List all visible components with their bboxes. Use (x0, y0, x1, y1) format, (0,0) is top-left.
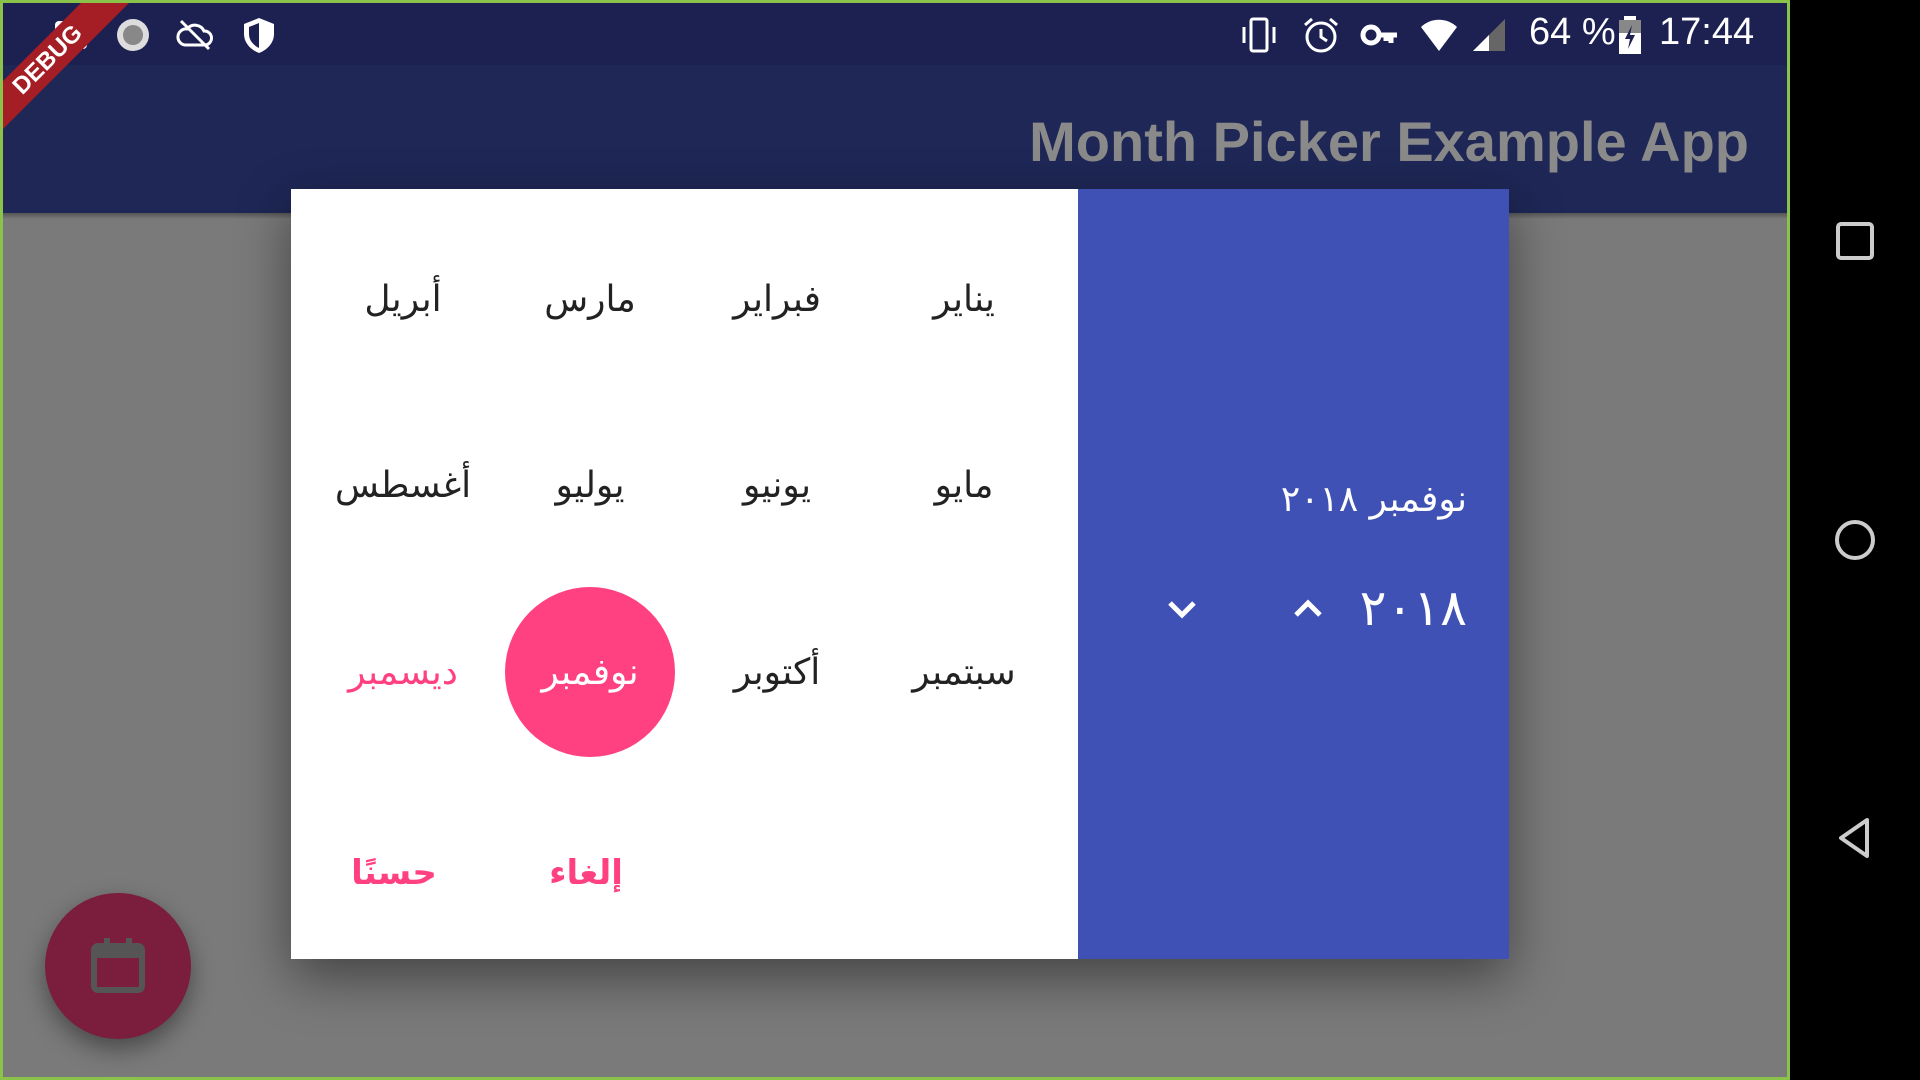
month-grid-panel: يناير فبراير مارس أبريل مايو يونيو يوليو أغسطس س… (291, 189, 1078, 959)
navigation-bar (1790, 0, 1920, 1080)
sync-icon (117, 19, 149, 51)
device-screen: 64 % 17:44 Month Picker Example App DEBU… (0, 0, 1790, 1080)
home-icon[interactable] (1825, 510, 1885, 570)
chevron-down-icon[interactable] (1152, 579, 1212, 639)
month-4-button[interactable]: أبريل (318, 214, 488, 384)
open-picker-fab[interactable] (45, 893, 191, 1039)
selected-month-year: نوفمبر ٢٠١٨ (1280, 479, 1467, 520)
battery-percent: 64 % (1529, 11, 1616, 53)
battery-icon (1619, 16, 1641, 54)
recents-icon[interactable] (1825, 211, 1885, 271)
app-title: Month Picker Example App (1029, 110, 1749, 173)
wifi-icon (1421, 19, 1457, 51)
month-1-button[interactable]: يناير (879, 214, 1049, 384)
calendar-icon (91, 938, 145, 993)
month-7-button[interactable]: يوليو (505, 400, 675, 570)
clock: 17:44 (1659, 11, 1755, 53)
month-3-button[interactable]: مارس (505, 214, 675, 384)
month-12-button[interactable]: ديسمبر (318, 587, 488, 757)
chevron-up-icon[interactable] (1278, 579, 1338, 639)
month-2-button[interactable]: فبراير (692, 214, 862, 384)
month-8-button[interactable]: أغسطس (318, 400, 488, 570)
selected-year: ٢٠١٨ (1359, 579, 1467, 637)
month-10-button[interactable]: أكتوبر (692, 587, 862, 757)
picker-header: نوفمبر ٢٠١٨ ٢٠١٨ (1078, 189, 1509, 959)
cancel-button[interactable]: إلغاء (486, 853, 686, 893)
ok-button[interactable]: حسنًا (294, 853, 494, 893)
shield-icon (244, 18, 274, 53)
alarm-icon (1304, 17, 1338, 53)
back-icon[interactable] (1825, 808, 1885, 868)
month-picker-dialog: يناير فبراير مارس أبريل مايو يونيو يوليو أغسطس س… (291, 189, 1509, 959)
month-5-button[interactable]: مايو (879, 400, 1049, 570)
cloud-off-icon (176, 19, 213, 51)
status-bar: 64 % 17:44 (3, 3, 1787, 65)
month-9-button[interactable]: سبتمبر (879, 587, 1049, 757)
key-icon (1360, 24, 1397, 46)
signal-icon (1473, 19, 1505, 51)
vibrate-icon (1242, 17, 1276, 53)
month-6-button[interactable]: يونيو (692, 400, 862, 570)
month-11-button[interactable]: نوفمبر (505, 587, 675, 757)
